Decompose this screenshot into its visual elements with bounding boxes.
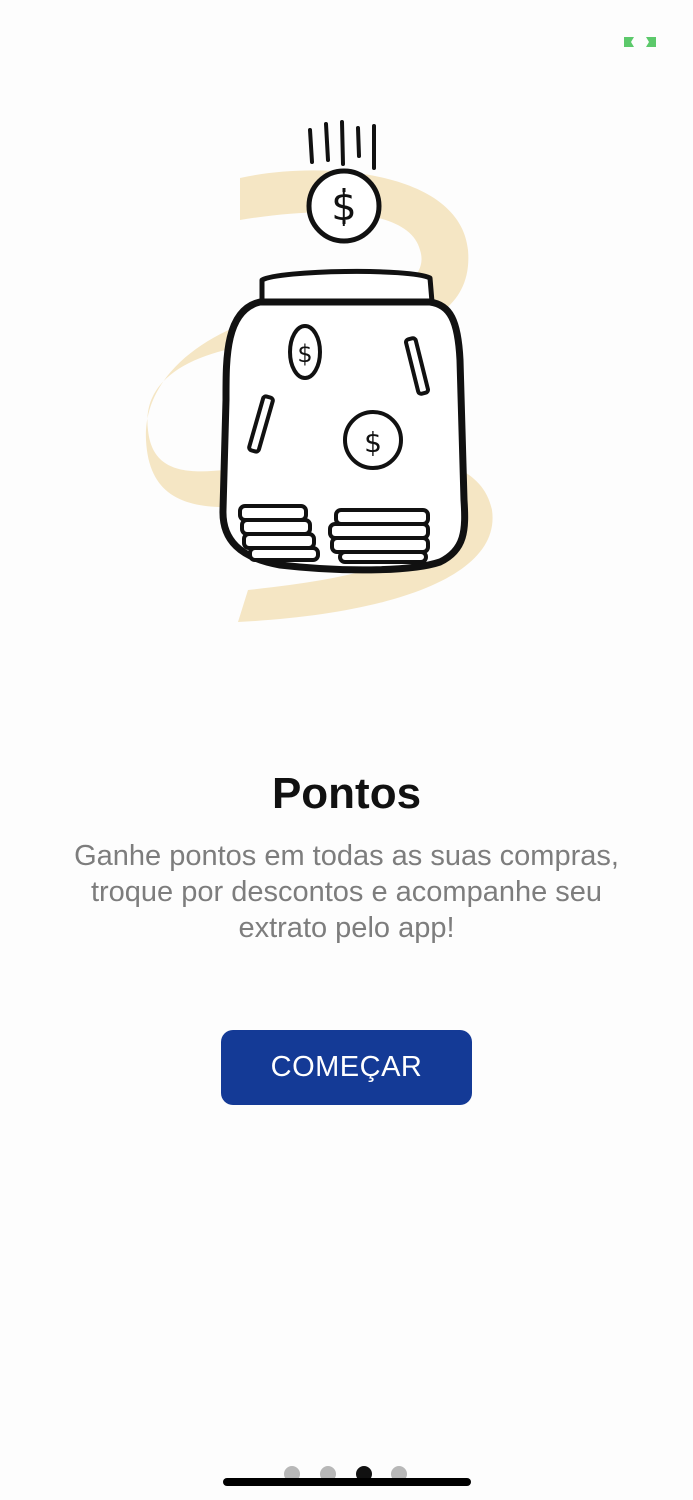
page-title: Pontos <box>271 769 422 818</box>
battery-charging-icon <box>624 37 656 47</box>
page-description: Ganhe pontos em todas as suas compras, t… <box>74 840 619 944</box>
home-indicator[interactable] <box>223 1478 471 1486</box>
svg-text:$: $ <box>364 426 382 459</box>
svg-text:$: $ <box>297 340 312 368</box>
start-button[interactable]: COMEÇAR <box>221 1030 472 1105</box>
coin-jar-icon: $ $ $ <box>145 120 493 622</box>
onboarding-screen: $ $ $ Pontos Ganhe pontos em todas as su… <box>0 0 693 1500</box>
